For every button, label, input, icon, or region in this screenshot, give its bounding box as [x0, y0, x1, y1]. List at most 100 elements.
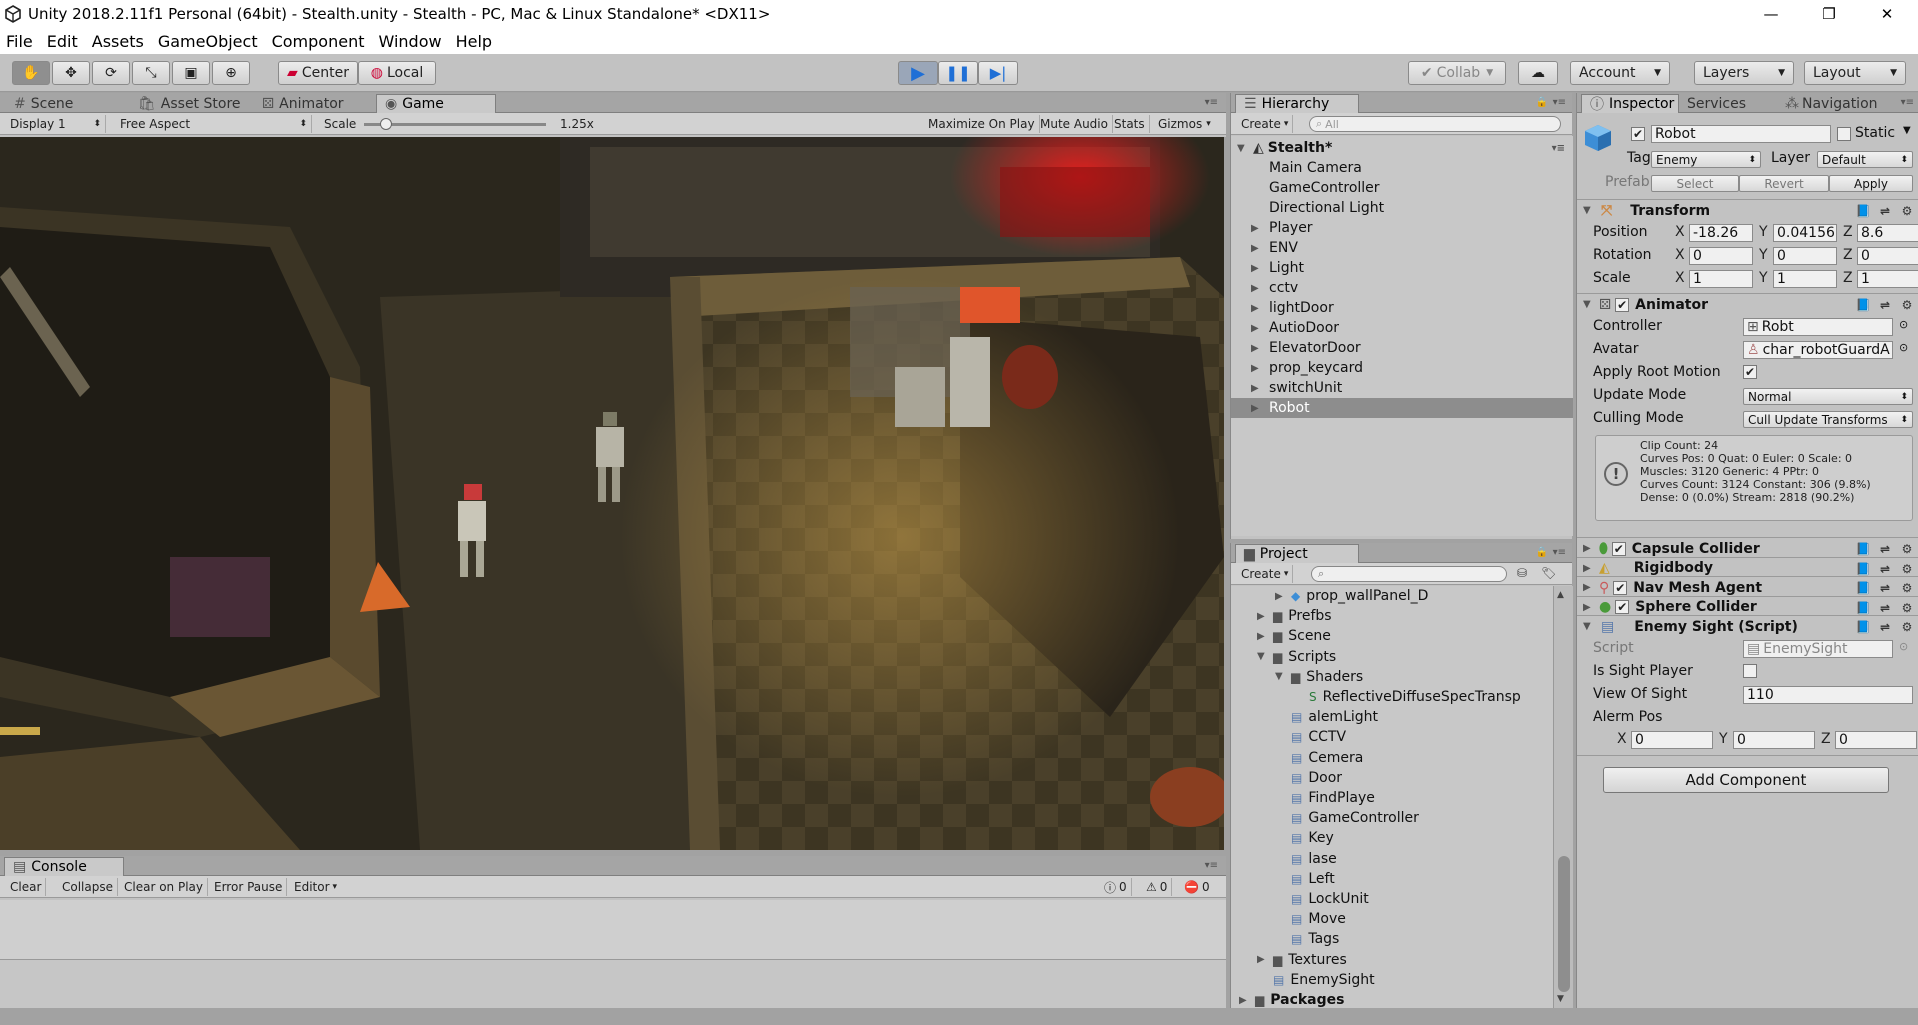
- hierarchy-item[interactable]: ▶ prop_keycard: [1231, 358, 1573, 378]
- gear-icon[interactable]: ⚙: [1899, 580, 1915, 596]
- panel-menu-icon[interactable]: ▾≡: [1553, 97, 1566, 108]
- lock-icon[interactable]: 🔒: [1536, 97, 1548, 108]
- project-item[interactable]: ▤ Tags: [1231, 929, 1553, 949]
- project-item[interactable]: ▤ alemLight: [1231, 707, 1553, 727]
- tab-scene[interactable]: # Scene: [6, 94, 81, 113]
- prefab-select-button[interactable]: Select: [1651, 175, 1739, 192]
- hierarchy-scene-row[interactable]: ▼ ◭ Stealth* ▾≡: [1231, 138, 1573, 158]
- restore-button[interactable]: ❐: [1799, 0, 1859, 28]
- alerm-pos-y-field[interactable]: 0: [1733, 731, 1815, 749]
- gear-icon[interactable]: ⚙: [1899, 619, 1915, 635]
- layer-dropdown[interactable]: Default ⬍: [1817, 151, 1913, 168]
- help-book-icon[interactable]: 📘: [1855, 580, 1871, 596]
- menu-window[interactable]: Window: [378, 32, 441, 51]
- collapsed-triangle-icon[interactable]: ▶: [1251, 403, 1263, 414]
- rotate-tool-button[interactable]: ⟳: [92, 61, 130, 85]
- expanded-triangle-icon[interactable]: ▼: [1275, 671, 1287, 682]
- collapsed-triangle-icon[interactable]: ▶: [1275, 591, 1287, 602]
- maximize-on-play-toggle[interactable]: Maximize On Play: [924, 115, 1040, 133]
- hierarchy-item[interactable]: ▶ Player: [1231, 218, 1573, 238]
- console-detail-area[interactable]: [0, 960, 1226, 1008]
- project-item[interactable]: ▤ EnemySight: [1231, 970, 1553, 990]
- filter-type-icon[interactable]: ⛁: [1517, 566, 1527, 580]
- menu-gameobject[interactable]: GameObject: [158, 32, 258, 51]
- position-z-field[interactable]: 8.6: [1857, 224, 1918, 242]
- scrollbar-thumb[interactable]: [1558, 856, 1570, 992]
- panel-menu-icon[interactable]: ▾≡: [1901, 97, 1914, 108]
- error-pause-toggle[interactable]: Error Pause: [210, 878, 288, 896]
- preset-icon[interactable]: ⇌: [1877, 561, 1893, 577]
- tab-game[interactable]: ◉ Game: [376, 94, 496, 113]
- collapsed-triangle-icon[interactable]: ▶: [1251, 243, 1263, 254]
- console-log-area[interactable]: [0, 900, 1226, 960]
- preset-icon[interactable]: ⇌: [1877, 541, 1893, 557]
- rect-tool-button[interactable]: ▣: [172, 61, 210, 85]
- hierarchy-create-dropdown[interactable]: Create ▾: [1237, 115, 1294, 133]
- preset-icon[interactable]: ⇌: [1877, 580, 1893, 596]
- project-item[interactable]: ▶ ▆ Textures: [1231, 950, 1553, 970]
- move-tool-button[interactable]: ✥: [52, 61, 90, 85]
- pause-button[interactable]: ❚❚: [938, 61, 978, 85]
- collapsed-triangle-icon[interactable]: ▶: [1257, 954, 1269, 965]
- rotation-x-field[interactable]: 0: [1689, 247, 1753, 265]
- menu-file[interactable]: File: [6, 32, 33, 51]
- gear-icon[interactable]: ⚙: [1899, 297, 1915, 313]
- project-item[interactable]: ▤ FindPlaye: [1231, 788, 1553, 808]
- close-window-button[interactable]: ✕: [1857, 0, 1917, 28]
- static-checkbox[interactable]: [1837, 127, 1851, 141]
- display-dropdown[interactable]: Display 1 ⬍: [6, 115, 106, 133]
- scene-menu-icon[interactable]: ▾≡: [1552, 143, 1565, 154]
- tab-asset-store[interactable]: 🛍 Asset Store: [130, 94, 249, 113]
- position-x-field[interactable]: -18.26: [1689, 224, 1753, 242]
- gear-icon[interactable]: ⚙: [1899, 600, 1915, 616]
- preset-icon[interactable]: ⇌: [1877, 297, 1893, 313]
- mute-audio-toggle[interactable]: Mute Audio: [1036, 115, 1113, 133]
- component-enabled-checkbox[interactable]: ✔: [1613, 580, 1628, 595]
- collapsed-triangle-icon[interactable]: ▶: [1251, 263, 1263, 274]
- component-enabled-checkbox[interactable]: ✔: [1615, 600, 1630, 614]
- preset-icon[interactable]: ⇌: [1877, 203, 1893, 219]
- panel-menu-icon[interactable]: ▾≡: [1205, 860, 1218, 871]
- tab-services[interactable]: Services: [1679, 94, 1754, 113]
- animator-header[interactable]: ▼ ⚄ ✔ Animator 📘 ⇌ ⚙: [1577, 293, 1918, 315]
- transform-tool-button[interactable]: ⊕: [212, 61, 250, 85]
- project-scrollbar[interactable]: ▲ ▼: [1553, 586, 1573, 1008]
- warning-count-toggle[interactable]: ⚠ 0: [1142, 878, 1173, 896]
- hand-tool-button[interactable]: ✋: [12, 61, 50, 85]
- alerm-pos-z-field[interactable]: 0: [1835, 731, 1917, 749]
- gizmos-dropdown[interactable]: Gizmos ▾: [1154, 115, 1215, 133]
- project-item[interactable]: ▤ CCTV: [1231, 727, 1553, 747]
- tab-project[interactable]: ▆ Project: [1235, 544, 1359, 563]
- object-picker-icon[interactable]: ⊙: [1899, 318, 1908, 331]
- space-local-button[interactable]: ◍ Local: [358, 61, 436, 85]
- culling-mode-dropdown[interactable]: Cull Update Transforms ⬍: [1743, 411, 1913, 428]
- prefab-apply-button[interactable]: Apply: [1829, 175, 1913, 192]
- hierarchy-item[interactable]: Directional Light: [1231, 198, 1573, 218]
- hierarchy-item[interactable]: ▶ cctv: [1231, 278, 1573, 298]
- is-sight-player-checkbox[interactable]: [1743, 664, 1757, 678]
- panel-menu-icon[interactable]: ▾≡: [1205, 97, 1218, 108]
- minimize-button[interactable]: —: [1741, 0, 1801, 28]
- view-of-sight-field[interactable]: 110: [1743, 686, 1913, 704]
- help-book-icon[interactable]: 📘: [1855, 561, 1871, 577]
- collapsed-triangle-icon[interactable]: ▶: [1251, 383, 1263, 394]
- project-item[interactable]: ▶ ▆ Packages: [1231, 990, 1553, 1008]
- collapsed-triangle-icon[interactable]: ▶: [1251, 283, 1263, 294]
- collapse-toggle[interactable]: Collapse: [58, 878, 118, 896]
- help-book-icon[interactable]: 📘: [1855, 203, 1871, 219]
- add-component-button[interactable]: Add Component: [1603, 767, 1889, 793]
- hierarchy-item[interactable]: GameController: [1231, 178, 1573, 198]
- project-item[interactable]: ▶ ◆ prop_wallPanel_D: [1231, 586, 1553, 606]
- project-item[interactable]: ▶ ▆ Scene: [1231, 626, 1553, 646]
- hierarchy-item[interactable]: ▶ ENV: [1231, 238, 1573, 258]
- project-search-input[interactable]: ⌕: [1311, 566, 1507, 582]
- tag-dropdown[interactable]: Enemy ⬍: [1651, 151, 1761, 168]
- preset-icon[interactable]: ⇌: [1877, 600, 1893, 616]
- panel-menu-icon[interactable]: ▾≡: [1553, 547, 1566, 558]
- project-create-dropdown[interactable]: Create ▾: [1237, 565, 1294, 583]
- clear-button[interactable]: Clear: [6, 878, 47, 896]
- layers-dropdown[interactable]: Layers ▼: [1694, 61, 1794, 85]
- aspect-dropdown[interactable]: Free Aspect ⬍: [116, 115, 312, 133]
- help-book-icon[interactable]: 📘: [1855, 600, 1871, 616]
- avatar-field[interactable]: ♙ char_robotGuardA: [1743, 341, 1893, 359]
